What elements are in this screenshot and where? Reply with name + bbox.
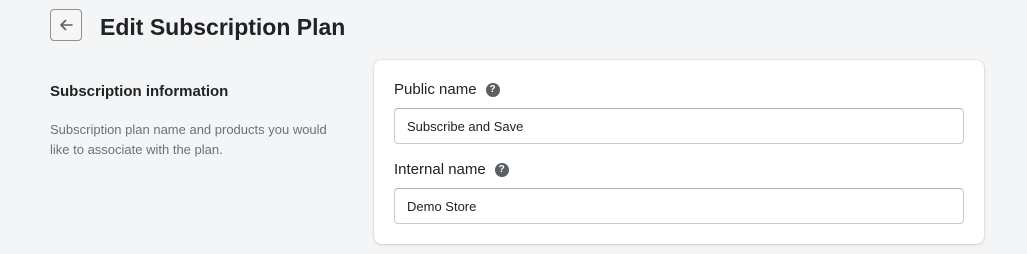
- section-description: Subscription plan name and products you …: [50, 122, 327, 157]
- question-circle-icon[interactable]: ?: [485, 83, 500, 97]
- page-title: Edit Subscription Plan: [100, 14, 346, 40]
- internal-name-input[interactable]: [394, 188, 964, 224]
- subscription-info-card: Public name ? Internal name ?: [374, 60, 984, 244]
- question-circle-icon[interactable]: ?: [494, 163, 509, 177]
- internal-name-label: Internal name: [394, 161, 486, 178]
- internal-name-label-row: Internal name ?: [394, 160, 509, 180]
- public-name-label-row: Public name ?: [394, 80, 500, 100]
- arrow-left-icon: [60, 19, 73, 31]
- section-heading: Subscription information: [50, 83, 229, 100]
- public-name-input[interactable]: [394, 108, 964, 144]
- public-name-label: Public name: [394, 81, 477, 98]
- back-button[interactable]: [50, 9, 82, 41]
